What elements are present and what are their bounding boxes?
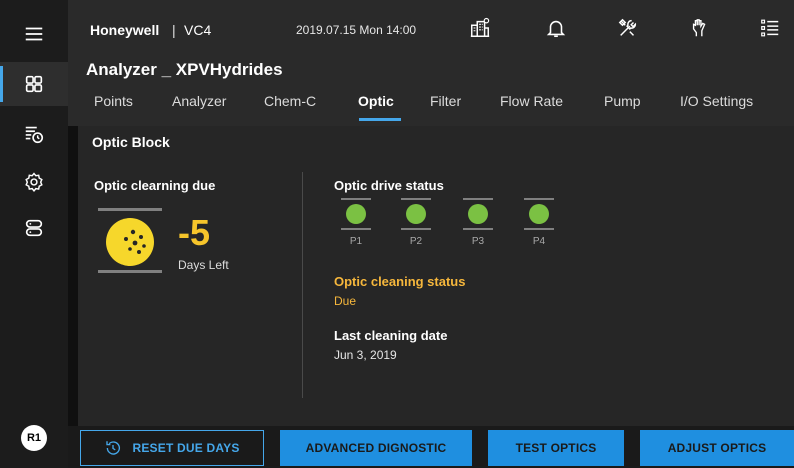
tab-points[interactable]: Points [94, 93, 133, 109]
action-bar: RESET DUE DAYS ADVANCED DIGNOSTIC TEST O… [68, 426, 794, 468]
date-time: 2019.07.15 Mon 14:00 [296, 23, 417, 37]
reset-history-icon [106, 441, 121, 455]
menu-button[interactable] [0, 12, 68, 56]
reset-due-days-button[interactable]: RESET DUE DAYS [80, 430, 264, 466]
hand-icon [692, 19, 706, 37]
drive-status-title: Optic drive status [334, 178, 444, 193]
gauge-bottom-line [98, 270, 162, 273]
tab-chem-c[interactable]: Chem-C [264, 93, 316, 109]
cleaning-due-title: Optic clearning due [94, 178, 216, 193]
optic-block-panel: Optic Block Optic clearning due -5 Days … [78, 126, 794, 426]
last-cleaning-title: Last cleaning date [334, 328, 448, 343]
list-icon [761, 19, 779, 37]
drive-status-indicator [529, 204, 549, 224]
page-title: Analyzer _ XPVHydrides [86, 60, 283, 79]
drive-status-indicator [406, 204, 426, 224]
drive-line [463, 198, 493, 200]
bell-icon [546, 20, 566, 38]
tab-analyzer[interactable]: Analyzer [172, 93, 226, 109]
test-optics-button[interactable]: TEST OPTICS [488, 430, 624, 466]
drive-label: P1 [349, 236, 363, 247]
menu-icon [25, 27, 43, 41]
tab-optic[interactable]: Optic [358, 93, 394, 109]
brand-logo: Honeywell [90, 22, 160, 38]
drive-line [463, 228, 493, 230]
drive-line [341, 228, 371, 230]
header: Honeywell | VC4 2019.07.15 Mon 14:00 Ana… [68, 0, 794, 126]
tab-flow-rate[interactable]: Flow Rate [500, 93, 563, 109]
tab-bar: Points Analyzer Chem-C Optic Filter Flow… [68, 88, 794, 126]
tab-io-settings[interactable]: I/O Settings [680, 93, 753, 109]
drive-label: P4 [532, 236, 546, 247]
tab-pump[interactable]: Pump [604, 93, 641, 109]
nav-devices[interactable] [0, 206, 68, 250]
drive-line [524, 198, 554, 200]
device-icon [25, 219, 43, 237]
vertical-divider [302, 172, 303, 398]
notifications-button[interactable] [542, 14, 570, 42]
tab-filter[interactable]: Filter [430, 93, 461, 109]
drive-line [524, 228, 554, 230]
nav-settings[interactable] [0, 160, 68, 204]
drive-status-indicator [468, 204, 488, 224]
network-button[interactable] [466, 14, 494, 42]
tools-button[interactable] [614, 14, 642, 42]
drive-label: P2 [409, 236, 423, 247]
top-bar: Honeywell | VC4 2019.07.15 Mon 14:00 [68, 0, 794, 58]
section-title: Optic Block [92, 134, 170, 150]
tools-icon [618, 18, 637, 36]
left-navigation-rail: R1 [0, 0, 68, 468]
network-icon [470, 17, 490, 37]
drive-label: P3 [471, 236, 485, 247]
days-left-label: Days Left [178, 258, 229, 272]
drive-line [401, 198, 431, 200]
cleaning-gauge-icon [106, 218, 154, 266]
nav-schedule[interactable] [0, 112, 68, 156]
dashboard-icon [25, 75, 43, 93]
user-avatar[interactable]: R1 [21, 425, 47, 451]
drive-line [341, 198, 371, 200]
active-tab-indicator [359, 118, 401, 121]
brand-separator: | [172, 22, 176, 38]
advanced-diagnostic-button[interactable]: ADVANCED DIGNOSTIC [280, 430, 472, 466]
hand-button[interactable] [686, 14, 714, 42]
settings-icon [25, 172, 43, 192]
reset-due-days-label: RESET DUE DAYS [132, 441, 240, 455]
last-cleaning-date: Jun 3, 2019 [334, 348, 397, 362]
device-name: VC4 [184, 22, 212, 38]
nav-dashboard[interactable] [0, 62, 68, 106]
adjust-optics-button[interactable]: ADJUST OPTICS [640, 430, 794, 466]
drive-status-indicator [346, 204, 366, 224]
schedule-list-icon [25, 126, 44, 144]
drive-line [401, 228, 431, 230]
days-left-value: -5 [178, 212, 211, 253]
cleaning-status-value: Due [334, 294, 357, 308]
gauge-top-line [98, 208, 162, 211]
cleaning-status-title: Optic cleaning status [334, 274, 466, 289]
list-button[interactable] [756, 14, 784, 42]
